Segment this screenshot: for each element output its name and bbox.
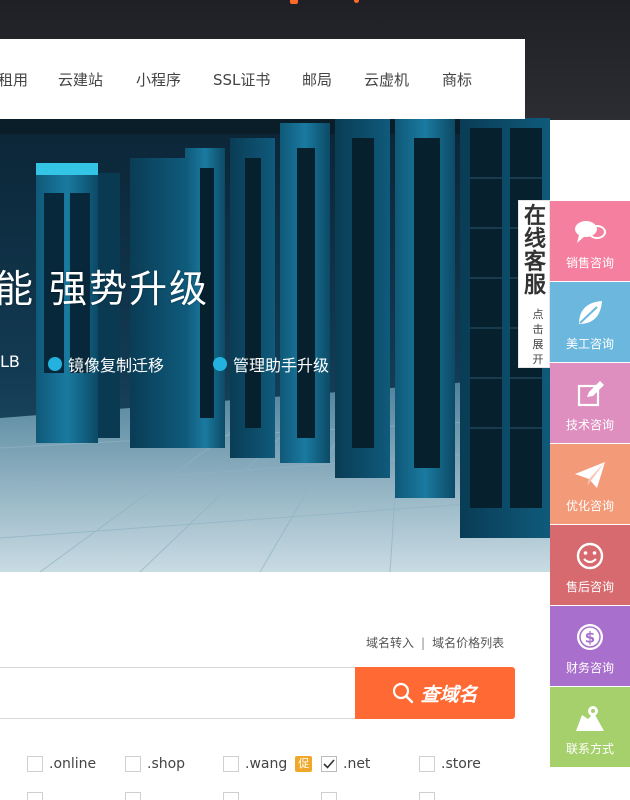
side-item-seo[interactable]: 优化咨询 bbox=[550, 444, 630, 524]
checkmark-icon bbox=[323, 759, 335, 769]
side-item-label: 技术咨询 bbox=[565, 418, 614, 432]
tld-checkbox[interactable] bbox=[223, 792, 239, 800]
tld-row-next bbox=[321, 792, 343, 800]
banner-feature-label: 管理助手升级 bbox=[233, 356, 330, 375]
domain-price-link[interactable]: 域名价格列表 bbox=[432, 636, 504, 650]
side-item-contact[interactable]: 联系方式 bbox=[550, 687, 630, 767]
nav-item-rental[interactable]: 租用 bbox=[0, 69, 28, 90]
tld-row-next bbox=[27, 792, 49, 800]
nav-item-mini-program[interactable]: 小程序 bbox=[136, 69, 181, 90]
edit-icon bbox=[577, 381, 604, 407]
nav-item-cloud-vhost[interactable]: 云虚机 bbox=[364, 69, 409, 90]
tld-option-online[interactable]: .online bbox=[27, 756, 96, 772]
nav-item-ssl[interactable]: SSL证书 bbox=[213, 69, 270, 90]
banner-feature-mirror: 镜像复制迁移 bbox=[48, 352, 164, 376]
domain-search-button-label: 查域名 bbox=[420, 683, 478, 706]
dollar-coin-icon: $ bbox=[577, 624, 603, 650]
nav-item-cloud-site[interactable]: 云建站 bbox=[58, 69, 103, 90]
side-item-tech[interactable]: 技术咨询 bbox=[550, 363, 630, 443]
tld-label: .shop bbox=[147, 756, 186, 772]
side-item-finance[interactable]: $ 财务咨询 bbox=[550, 606, 630, 686]
feature-dot-icon bbox=[213, 357, 227, 371]
side-item-label: 销售咨询 bbox=[565, 256, 614, 270]
banner-feature-label: 镜像复制迁移 bbox=[68, 356, 165, 375]
smile-icon bbox=[576, 542, 604, 570]
banner-feature-label: LB bbox=[0, 352, 20, 371]
online-service-hint: 点击展开 bbox=[532, 308, 544, 366]
tld-option-net[interactable]: .net bbox=[321, 756, 370, 772]
tld-row-next bbox=[125, 792, 147, 800]
nav-item-trademark[interactable]: 商标 bbox=[442, 69, 472, 90]
banner-feature-assistant: 管理助手升级 bbox=[213, 352, 329, 376]
tld-checkbox[interactable] bbox=[27, 756, 43, 772]
domain-links: 域名转入 | 域名价格列表 bbox=[366, 634, 504, 651]
search-icon bbox=[393, 682, 414, 704]
feature-dot-icon bbox=[48, 357, 62, 371]
online-service-title: 在线客服 bbox=[523, 204, 546, 298]
map-icon bbox=[576, 706, 604, 731]
tld-row-next bbox=[223, 792, 245, 800]
tld-label: .wang bbox=[245, 756, 288, 772]
tld-option-store[interactable]: .store bbox=[419, 756, 481, 772]
tld-label: .store bbox=[441, 756, 481, 772]
tld-checkbox[interactable] bbox=[321, 792, 337, 800]
page: 租用 云建站 小程序 SSL证书 邮局 云虚机 商标 能 强势升级 LB 镜像复… bbox=[0, 0, 630, 800]
domain-transfer-link[interactable]: 域名转入 bbox=[366, 636, 414, 650]
domain-search-input[interactable] bbox=[0, 667, 358, 719]
tld-option-shop[interactable]: .shop bbox=[125, 756, 185, 772]
tld-label: .online bbox=[49, 756, 97, 772]
side-item-label: 美工咨询 bbox=[565, 337, 614, 351]
promo-badge: 促 bbox=[295, 756, 313, 772]
side-item-label: 财务咨询 bbox=[565, 661, 614, 675]
tld-checkbox[interactable] bbox=[27, 792, 43, 800]
banner-feature-lb: LB bbox=[0, 352, 20, 371]
tld-checkbox[interactable] bbox=[419, 792, 435, 800]
side-item-label: 优化咨询 bbox=[565, 499, 614, 513]
domain-search-button[interactable]: 查域名 bbox=[355, 667, 515, 719]
tld-checkbox[interactable] bbox=[125, 756, 141, 772]
online-service-tab[interactable]: 在线客服 点击展开 bbox=[518, 200, 550, 368]
tld-row-next bbox=[419, 792, 441, 800]
link-separator: | bbox=[421, 636, 426, 650]
tld-option-wang[interactable]: .wang 促 bbox=[223, 756, 313, 772]
side-item-design[interactable]: 美工咨询 bbox=[550, 282, 630, 362]
chat-bubbles-icon bbox=[575, 221, 606, 243]
paper-plane-icon bbox=[575, 462, 605, 488]
server-room-illustration bbox=[0, 118, 550, 572]
main-nav: 租用 云建站 小程序 SSL证书 邮局 云虚机 商标 bbox=[0, 39, 525, 119]
tld-checkbox-checked[interactable] bbox=[321, 756, 337, 772]
banner-headline: 能 强势升级 bbox=[0, 267, 210, 311]
tld-checkbox[interactable] bbox=[125, 792, 141, 800]
side-item-sales[interactable]: 销售咨询 bbox=[550, 201, 630, 281]
nav-item-mail[interactable]: 邮局 bbox=[302, 69, 332, 90]
tld-label: .net bbox=[343, 756, 371, 772]
side-item-label: 联系方式 bbox=[565, 742, 614, 756]
svg-text:$: $ bbox=[585, 629, 595, 647]
side-item-label: 售后咨询 bbox=[565, 580, 614, 594]
leaf-icon bbox=[579, 301, 602, 324]
logo-fragment bbox=[290, 0, 298, 4]
side-item-after-sales[interactable]: 售后咨询 bbox=[550, 525, 630, 605]
tld-checkbox[interactable] bbox=[223, 756, 239, 772]
hero-banner[interactable] bbox=[0, 118, 550, 572]
tld-checkbox[interactable] bbox=[419, 756, 435, 772]
